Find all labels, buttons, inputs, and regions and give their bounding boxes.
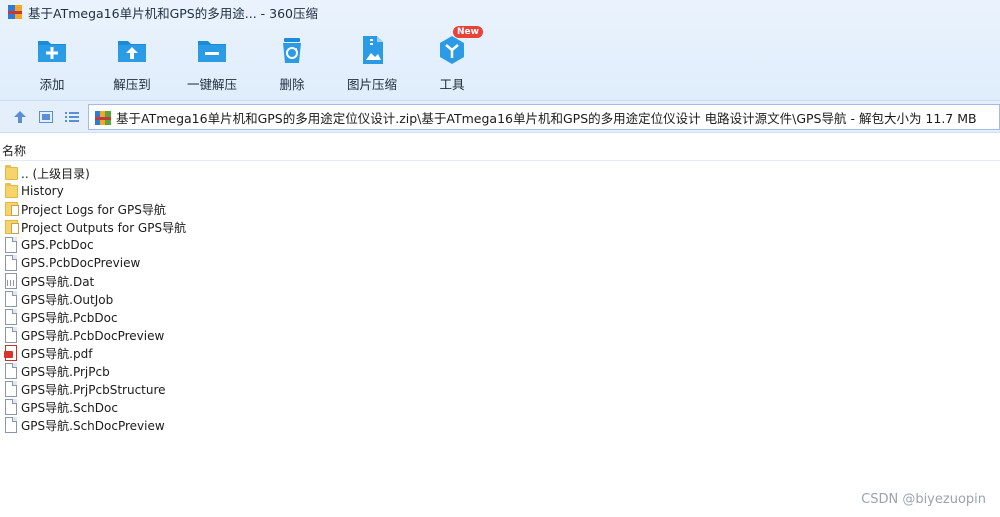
add-icon <box>35 33 69 67</box>
pdf-icon <box>4 345 18 361</box>
file-row[interactable]: .. (上级目录) <box>0 164 1000 182</box>
list-view-button[interactable] <box>63 108 81 126</box>
one-click-extract-button-label: 一键解压 <box>186 77 237 92</box>
app-window: 基于ATmega16单片机和GPS的多用途... - 360压缩 添加 解压到 … <box>0 0 1000 517</box>
file-icon <box>4 255 18 271</box>
file-icon <box>4 399 18 415</box>
add-button-label: 添加 <box>39 77 65 92</box>
thumbnail-view-icon <box>39 111 53 123</box>
arrow-up-icon <box>14 111 26 123</box>
file-icon <box>4 291 18 307</box>
file-name: GPS导航.PrjPcbStructure <box>21 382 166 397</box>
extract-to-button-label: 解压到 <box>113 77 151 92</box>
delete-button-label: 删除 <box>279 77 305 92</box>
address-bar: 基于ATmega16单片机和GPS的多用途定位仪设计.zip\基于ATmega1… <box>0 100 1000 133</box>
file-row[interactable]: GPS导航.SchDocPreview <box>0 416 1000 434</box>
file-name: GPS.PcbDocPreview <box>21 256 141 270</box>
zip-archive-icon <box>95 110 111 125</box>
delete-icon <box>275 33 309 67</box>
folder-icon <box>4 183 18 199</box>
column-header-label: 名称 <box>2 143 27 158</box>
file-icon <box>4 237 18 253</box>
watermark: CSDN @biyezuopin <box>861 492 986 507</box>
file-name: GPS导航.OutJob <box>21 292 114 307</box>
file-name: History <box>21 184 64 198</box>
window-title: 基于ATmega16单片机和GPS的多用途... - 360压缩 <box>28 5 318 21</box>
one-click-extract-icon <box>195 33 229 67</box>
file-name: GPS导航.PrjPcb <box>21 364 110 379</box>
file-row[interactable]: GPS导航.Dat <box>0 272 1000 290</box>
file-row[interactable]: GPS导航.SchDoc <box>0 398 1000 416</box>
file-name: GPS导航.pdf <box>21 346 93 361</box>
file-row[interactable]: GPS导航.PcbDocPreview <box>0 326 1000 344</box>
extract-to-button[interactable]: 解压到 <box>92 28 172 96</box>
file-row[interactable]: Project Logs for GPS导航 <box>0 200 1000 218</box>
file-row[interactable]: GPS导航.OutJob <box>0 290 1000 308</box>
image-compress-button[interactable]: 图片压缩 <box>332 28 412 96</box>
file-icon <box>4 417 18 433</box>
app-logo-icon <box>8 5 22 19</box>
toolbar: 添加 解压到 一键解压 删除 图片压缩 New 工具 <box>0 26 560 98</box>
delete-button[interactable]: 删除 <box>252 28 332 96</box>
folder-icon <box>4 165 18 181</box>
thumbnail-view-button[interactable] <box>37 108 55 126</box>
file-row[interactable]: History <box>0 182 1000 200</box>
file-name: Project Outputs for GPS导航 <box>21 220 187 235</box>
image-compress-icon <box>355 33 389 67</box>
tools-icon: New <box>435 26 483 67</box>
column-header-name[interactable]: 名称 <box>0 140 1000 161</box>
file-row[interactable]: GPS.PcbDocPreview <box>0 254 1000 272</box>
file-name: Project Logs for GPS导航 <box>21 202 166 217</box>
file-row[interactable]: GPS.PcbDoc <box>0 236 1000 254</box>
file-name: GPS.PcbDoc <box>21 238 94 252</box>
file-icon <box>4 381 18 397</box>
file-icon <box>4 327 18 343</box>
data-file-icon <box>4 273 18 289</box>
file-name: GPS导航.Dat <box>21 274 95 289</box>
title-bar: 基于ATmega16单片机和GPS的多用途... - 360压缩 <box>0 0 1000 24</box>
file-name: GPS导航.PcbDocPreview <box>21 328 165 343</box>
up-level-button[interactable] <box>11 108 29 126</box>
tools-button-label: 工具 <box>439 77 465 92</box>
file-row[interactable]: GPS导航.PrjPcb <box>0 362 1000 380</box>
folder-document-icon <box>4 201 19 217</box>
file-name: GPS导航.PcbDoc <box>21 310 118 325</box>
file-icon <box>4 309 18 325</box>
new-badge: New <box>453 26 483 38</box>
path-text: 基于ATmega16单片机和GPS的多用途定位仪设计.zip\基于ATmega1… <box>116 110 977 126</box>
path-field[interactable]: 基于ATmega16单片机和GPS的多用途定位仪设计.zip\基于ATmega1… <box>88 104 1000 130</box>
add-button[interactable]: 添加 <box>12 28 92 96</box>
folder-document-icon <box>4 219 19 235</box>
file-row[interactable]: Project Outputs for GPS导航 <box>0 218 1000 236</box>
file-name: GPS导航.SchDoc <box>21 400 118 415</box>
file-name: .. (上级目录) <box>21 166 90 181</box>
file-list: 名称 .. (上级目录) History Project Logs for GPS导… <box>0 140 1000 517</box>
file-name: GPS导航.SchDocPreview <box>21 418 165 433</box>
header: 基于ATmega16单片机和GPS的多用途... - 360压缩 添加 解压到 … <box>0 0 1000 100</box>
file-row[interactable]: GPS导航.pdf <box>0 344 1000 362</box>
file-row[interactable]: GPS导航.PrjPcbStructure <box>0 380 1000 398</box>
extract-to-icon <box>115 33 149 67</box>
image-compress-button-label: 图片压缩 <box>346 77 397 92</box>
file-icon <box>4 363 18 379</box>
file-row[interactable]: GPS导航.PcbDoc <box>0 308 1000 326</box>
one-click-extract-button[interactable]: 一键解压 <box>172 28 252 96</box>
list-view-icon <box>65 112 79 122</box>
file-rows: .. (上级目录) History Project Logs for GPS导航 Pr… <box>0 164 1000 434</box>
tools-button[interactable]: New 工具 <box>412 26 492 96</box>
